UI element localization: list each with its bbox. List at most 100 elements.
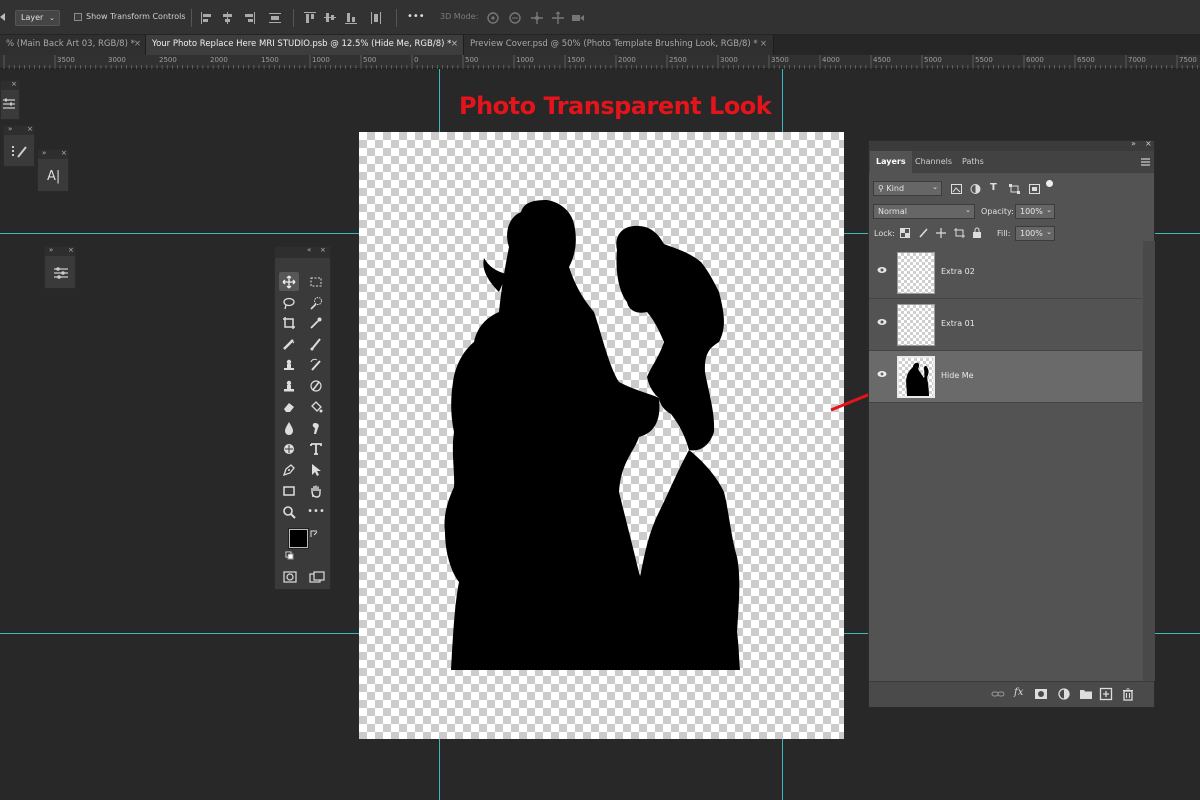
path-selection-tool-icon[interactable] [306,460,326,479]
eye-icon[interactable] [877,266,887,276]
close-icon[interactable]: × [61,149,67,157]
smudge-tool-icon[interactable] [306,418,326,437]
collapse-icon[interactable]: » [49,246,53,254]
3d-roll-icon[interactable] [507,10,523,26]
new-layer-icon[interactable] [1099,687,1113,701]
link-layers-icon[interactable] [991,687,1005,701]
tab-channels[interactable]: Channels [909,151,958,173]
lock-artboard-icon[interactable] [954,228,965,240]
more-tools-button[interactable]: ••• [306,502,326,521]
document-tab-photo-replace[interactable]: Your Photo Replace Here MRI STUDIO.psb @… [146,35,464,55]
filter-shape-icon[interactable] [1009,184,1020,196]
document-tab-preview-cover[interactable]: Preview Cover.psd @ 50% (Photo Template … [464,35,774,55]
lock-transparent-pixels-icon[interactable] [900,228,910,240]
filter-kind-dropdown[interactable]: ⚲ Kind ⌄ [873,181,942,196]
close-icon[interactable]: × [320,246,326,254]
art-history-brush-icon[interactable] [306,376,326,395]
align-vertical-centers-icon[interactable] [322,10,338,26]
align-bottom-edges-icon[interactable] [343,10,359,26]
more-options-button[interactable]: ••• [407,11,425,22]
crop-tool-icon[interactable] [279,313,299,332]
distribute-vertical-icon[interactable] [267,10,283,26]
tab-layers[interactable]: Layers [870,151,912,173]
eye-icon[interactable] [877,370,887,380]
document-canvas[interactable] [359,132,844,739]
filter-pixel-icon[interactable] [951,184,962,196]
lock-image-pixels-icon[interactable] [919,228,929,240]
close-icon[interactable]: × [760,35,767,54]
close-icon[interactable]: × [27,125,33,133]
collapse-icon[interactable]: « [307,246,311,254]
filter-smart-object-icon[interactable] [1029,184,1040,196]
fill-input[interactable]: 100% ⌄ [1015,226,1055,241]
stamp-tool-icon[interactable] [279,376,299,395]
filter-type-icon[interactable]: T [990,182,997,193]
foreground-color-swatch[interactable] [288,528,309,549]
collapse-icon[interactable]: » [42,149,46,157]
distribute-horizontal-icon[interactable] [368,10,384,26]
panel-menu-icon[interactable] [1141,158,1150,168]
move-tool-icon[interactable] [279,272,299,291]
default-colors-icon[interactable] [309,529,319,541]
type-tool-icon[interactable] [306,439,326,458]
new-group-folder-icon[interactable] [1079,687,1093,701]
pen-tool-icon[interactable] [279,460,299,479]
screen-mode-icon[interactable] [309,571,325,585]
quick-mask-icon[interactable] [283,571,297,585]
blend-mode-dropdown[interactable]: Normal ⌄ [873,204,975,219]
hand-tool-icon[interactable] [306,481,326,500]
close-icon[interactable]: × [134,35,141,54]
align-right-edges-icon[interactable] [241,10,257,26]
eraser-tool-icon[interactable] [279,397,299,416]
rectangle-tool-icon[interactable] [279,481,299,500]
filter-adjustment-icon[interactable] [970,184,981,196]
layers-scrollbar[interactable] [1143,241,1155,681]
marquee-tool-icon[interactable] [306,272,326,291]
auto-select-target-dropdown[interactable]: Layer ⌄ [15,10,60,26]
burn-tool-icon[interactable] [279,439,299,458]
layer-name[interactable]: Extra 01 [941,319,975,328]
layer-row-extra-01[interactable]: Extra 01 [869,299,1142,351]
collapse-icon[interactable]: » [8,125,12,133]
collapse-icon[interactable]: » [1131,139,1136,148]
swap-colors-icon[interactable] [285,551,295,563]
trash-icon[interactable] [1121,687,1135,701]
document-tab-main-back-art[interactable]: % (Main Back Art 03, RGB/8) * × [0,35,146,55]
add-layer-mask-icon[interactable] [1034,687,1048,701]
opacity-input[interactable]: 100% ⌄ [1015,204,1055,219]
horizontal-ruler[interactable]: 3500 3000 2500 2000 1500 1000 500 0 500 1000 1500 2… [0,55,1200,69]
blur-tool-icon[interactable] [279,418,299,437]
lock-position-icon[interactable] [936,228,946,240]
zoom-tool-icon[interactable] [279,502,299,521]
filter-toggle-icon[interactable] [1046,180,1053,187]
paint-bucket-tool-icon[interactable] [306,397,326,416]
layer-style-fx-icon[interactable]: fx [1014,687,1028,701]
align-top-edges-icon[interactable] [302,10,318,26]
tab-paths[interactable]: Paths [956,151,990,173]
tool-preset-icon[interactable] [0,11,6,23]
align-left-edges-icon[interactable] [199,10,215,26]
adjustment-layer-icon[interactable] [1057,687,1071,701]
healing-brush-tool-icon[interactable] [279,334,299,353]
eyedropper-tool-icon[interactable] [306,313,326,332]
close-icon[interactable]: × [68,246,74,254]
lasso-tool-icon[interactable] [279,293,299,312]
close-icon[interactable]: × [11,80,17,88]
layer-row-hide-me[interactable]: Hide Me [869,351,1142,403]
sliders-icon[interactable] [53,266,69,282]
adjustments-icon[interactable] [2,97,16,113]
quick-selection-tool-icon[interactable] [306,293,326,312]
3d-scale-camera-icon[interactable] [570,10,586,26]
layer-name[interactable]: Hide Me [941,371,974,380]
3d-orbit-icon[interactable] [485,10,501,26]
clone-stamp-tool-icon[interactable] [279,355,299,374]
eye-icon[interactable] [877,318,887,328]
close-icon[interactable]: × [451,35,458,54]
3d-pan-icon[interactable] [529,10,545,26]
show-transform-checkbox[interactable] [74,13,82,21]
brush-settings-icon[interactable] [11,144,29,162]
close-icon[interactable]: × [1145,139,1152,148]
lock-all-icon[interactable] [972,227,982,240]
align-horizontal-centers-icon[interactable] [220,10,236,26]
3d-slide-icon[interactable] [550,10,566,26]
